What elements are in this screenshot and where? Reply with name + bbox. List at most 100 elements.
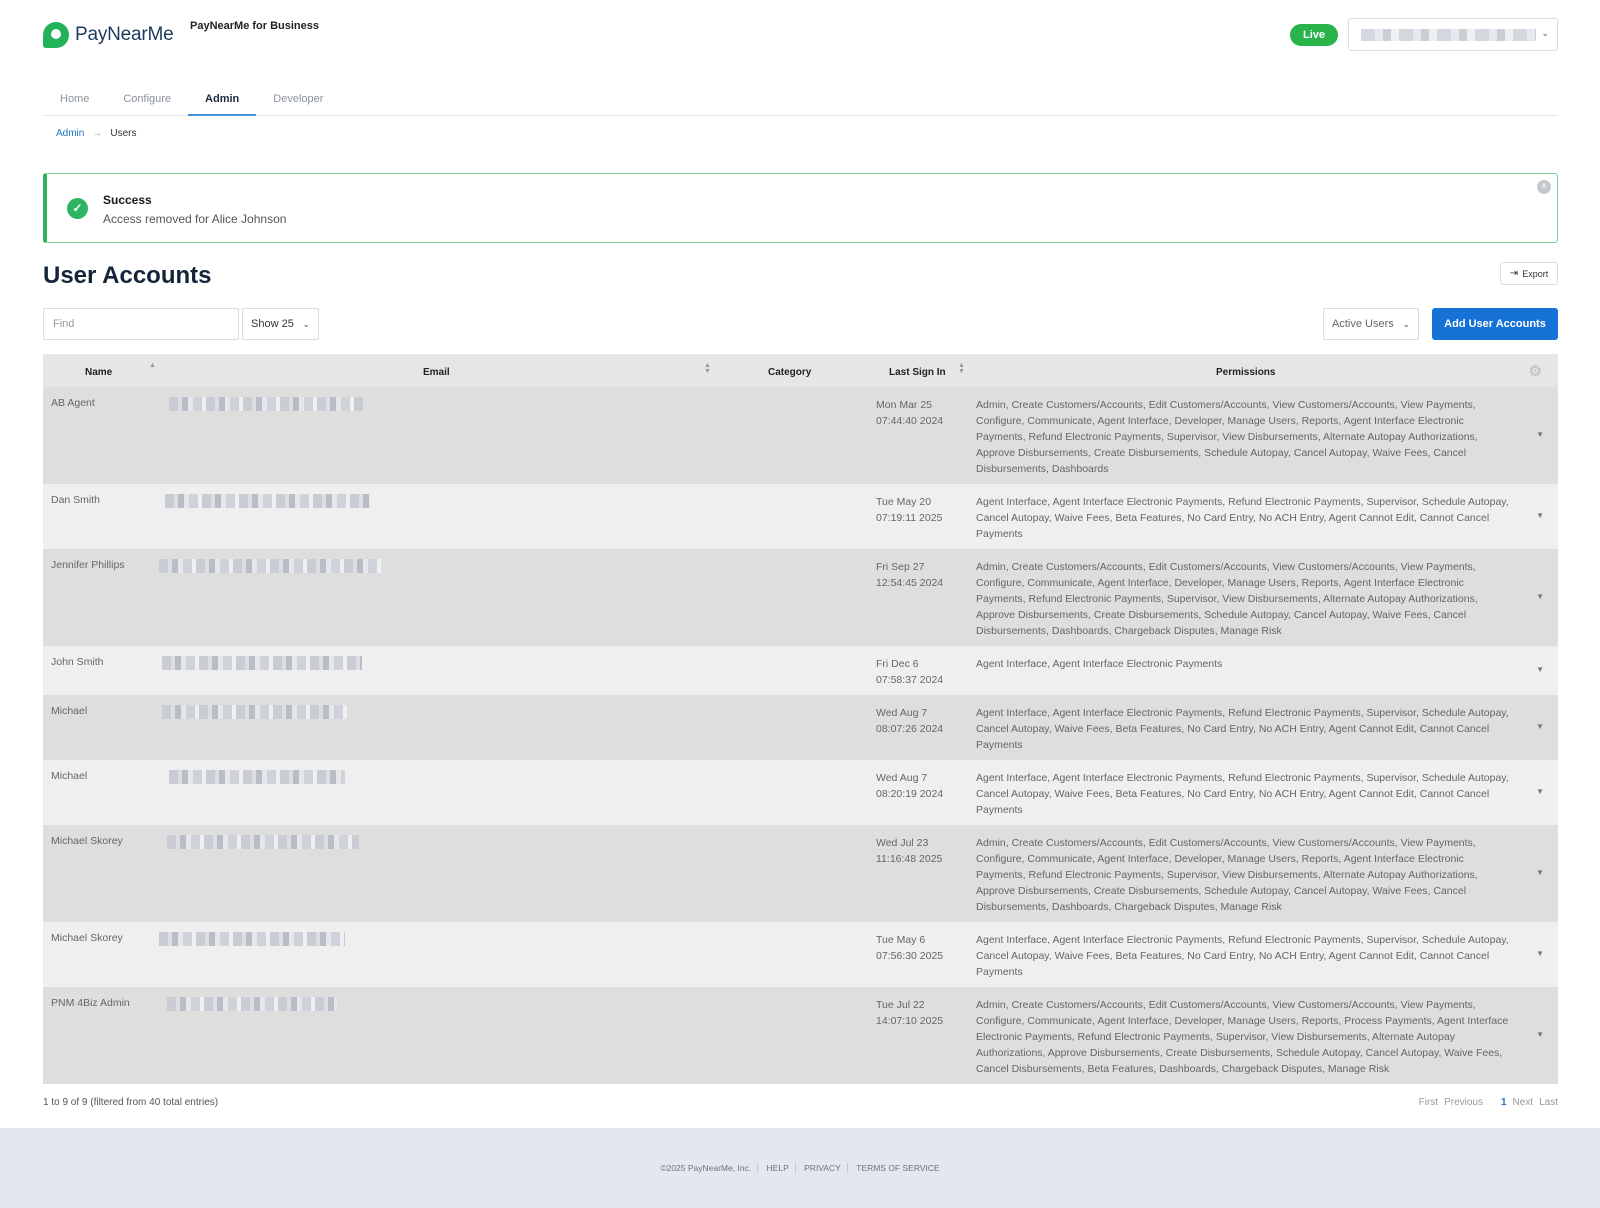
table-info: 1 to 9 of 9 (filtered from 40 total entr… xyxy=(43,1097,219,1108)
permissions: Agent Interface, Agent Interface Electro… xyxy=(976,934,1509,978)
add-user-accounts-button[interactable]: Add User Accounts xyxy=(1432,308,1558,340)
tab-home[interactable]: Home xyxy=(43,84,106,116)
account-name-redacted xyxy=(1361,29,1536,41)
pager-last[interactable]: Last xyxy=(1539,1097,1558,1108)
table-row[interactable]: Michael Wed Aug 7 08:07:26 2024 Agent Inter… xyxy=(43,695,1558,760)
footer-help-link[interactable]: HELP xyxy=(760,1163,796,1173)
footer-copyright: ©2025 PayNearMe, Inc. xyxy=(654,1163,759,1173)
export-label: Export xyxy=(1522,268,1549,279)
env-badge[interactable]: Live xyxy=(1290,24,1338,46)
user-name: Dan Smith xyxy=(51,494,101,506)
breadcrumb-separator: → xyxy=(92,128,103,139)
user-status-filter[interactable]: Active Users ⌄ xyxy=(1323,308,1419,340)
account-selector[interactable]: ⌄ xyxy=(1348,18,1558,51)
permissions: Admin, Create Customers/Accounts, Edit C… xyxy=(976,837,1478,913)
column-category: Category xyxy=(768,367,812,378)
table-row[interactable]: Michael Wed Aug 7 08:20:19 2024 Agent Inter… xyxy=(43,760,1558,825)
email-redacted xyxy=(162,656,362,670)
pager-first[interactable]: First xyxy=(1419,1097,1438,1108)
table-row[interactable]: Michael Skorey Tue May 6 07:56:30 2025 Agen… xyxy=(43,922,1558,987)
column-email[interactable]: Email xyxy=(423,367,450,378)
sort-asc-icon[interactable]: ▲ xyxy=(149,362,156,369)
logo-text: PayNearMe xyxy=(75,24,174,45)
last-sign-in: Wed Aug 7 08:07:26 2024 xyxy=(876,705,943,737)
table-row[interactable]: Dan Smith Tue May 20 07:19:11 2025 Agent In… xyxy=(43,484,1558,549)
expand-row-icon[interactable]: ▼ xyxy=(1536,592,1544,601)
column-permissions: Permissions xyxy=(1216,367,1276,378)
page-title: User Accounts xyxy=(43,262,212,289)
last-sign-in-date: Wed Aug 7 xyxy=(876,772,928,784)
email-redacted xyxy=(165,494,370,508)
gear-icon[interactable]: ⚙ xyxy=(1529,362,1542,380)
email-redacted xyxy=(167,835,359,849)
pager-current[interactable]: 1 xyxy=(1501,1097,1507,1108)
column-name[interactable]: Name xyxy=(85,367,112,378)
tab-admin[interactable]: Admin xyxy=(188,84,257,116)
nav-tabs: Home Configure Admin Developer xyxy=(43,84,1558,116)
table-body: AB Agent Mon Mar 25 07:44:40 2024 Admin, Cr… xyxy=(43,387,1558,1084)
email-redacted xyxy=(162,705,347,719)
last-sign-in: Fri Dec 6 07:58:37 2024 xyxy=(876,656,943,688)
permissions: Agent Interface, Agent Interface Electro… xyxy=(976,496,1509,540)
table-row[interactable]: John Smith Fri Dec 6 07:58:37 2024 Agent In… xyxy=(43,646,1558,695)
last-sign-in-date: Fri Dec 6 xyxy=(876,658,919,670)
alert-title: Success xyxy=(103,193,152,207)
expand-row-icon[interactable]: ▼ xyxy=(1536,722,1544,731)
table-row[interactable]: Michael Skorey Wed Jul 23 11:16:48 2025 Adm… xyxy=(43,825,1558,922)
tab-configure[interactable]: Configure xyxy=(106,84,188,116)
tab-developer[interactable]: Developer xyxy=(256,84,340,116)
sort-icon[interactable]: ▲ ▼ xyxy=(704,362,711,375)
permissions: Agent Interface, Agent Interface Electro… xyxy=(976,658,1223,670)
last-sign-in: Wed Jul 23 11:16:48 2025 xyxy=(876,835,942,867)
table-row[interactable]: AB Agent Mon Mar 25 07:44:40 2024 Admin, Cr… xyxy=(43,387,1558,484)
column-last-sign-in[interactable]: Last Sign In xyxy=(889,367,946,378)
last-sign-in: Tue Jul 22 14:07:10 2025 xyxy=(876,997,943,1029)
pager-next[interactable]: Next xyxy=(1513,1097,1534,1108)
breadcrumb-admin-link[interactable]: Admin xyxy=(56,128,84,139)
expand-row-icon[interactable]: ▼ xyxy=(1536,430,1544,439)
user-name: Jennifer Phillips xyxy=(51,559,125,571)
page: PayNearMe PayNearMe for Business Live ⌄ … xyxy=(0,0,1600,1128)
permissions: Agent Interface, Agent Interface Electro… xyxy=(976,707,1509,751)
table-row[interactable]: PNM 4Biz Admin Tue Jul 22 14:07:10 2025 Adm… xyxy=(43,987,1558,1084)
expand-row-icon[interactable]: ▼ xyxy=(1536,868,1544,877)
permissions: Admin, Create Customers/Accounts, Edit C… xyxy=(976,561,1478,637)
last-sign-in-time: 07:58:37 2024 xyxy=(876,674,944,686)
user-name: Michael xyxy=(51,705,88,717)
permissions: Admin, Create Customers/Accounts, Edit C… xyxy=(976,399,1478,475)
permissions: Agent Interface, Agent Interface Electro… xyxy=(976,772,1509,816)
email-redacted xyxy=(167,997,337,1011)
last-sign-in: Tue May 20 07:19:11 2025 xyxy=(876,494,942,526)
user-status-value: Active Users xyxy=(1332,318,1394,330)
last-sign-in: Fri Sep 27 12:54:45 2024 xyxy=(876,559,943,591)
footer: ©2025 PayNearMe, Inc. HELP PRIVACY TERMS… xyxy=(0,1163,1600,1173)
last-sign-in-time: 07:44:40 2024 xyxy=(876,415,944,427)
user-name: Michael Skorey xyxy=(51,932,123,944)
last-sign-in-time: 12:54:45 2024 xyxy=(876,577,944,589)
expand-row-icon[interactable]: ▼ xyxy=(1536,1030,1544,1039)
find-input[interactable] xyxy=(43,308,239,340)
close-circle-icon[interactable]: × xyxy=(1537,180,1551,194)
last-sign-in-date: Fri Sep 27 xyxy=(876,561,925,573)
check-circle-icon: ✓ xyxy=(67,198,88,219)
paynearme-logo[interactable]: PayNearMe xyxy=(43,22,174,48)
last-sign-in-date: Wed Jul 23 xyxy=(876,837,929,849)
pager-previous[interactable]: Previous xyxy=(1444,1097,1483,1108)
export-icon: ⇥ xyxy=(1509,268,1519,279)
last-sign-in-time: 08:20:19 2024 xyxy=(876,788,944,800)
expand-row-icon[interactable]: ▼ xyxy=(1536,787,1544,796)
expand-row-icon[interactable]: ▼ xyxy=(1536,949,1544,958)
expand-row-icon[interactable]: ▼ xyxy=(1536,511,1544,520)
footer-privacy-link[interactable]: PRIVACY xyxy=(798,1163,848,1173)
footer-terms-link[interactable]: TERMS OF SERVICE xyxy=(850,1163,945,1173)
export-button[interactable]: ⇥ Export xyxy=(1500,262,1558,285)
table-row[interactable]: Jennifer Phillips Fri Sep 27 12:54:45 2024… xyxy=(43,549,1558,646)
chevron-down-icon: ⌄ xyxy=(302,319,310,329)
last-sign-in-time: 07:19:11 2025 xyxy=(876,512,943,524)
page-size-select[interactable]: Show 25 ⌄ xyxy=(242,308,319,340)
success-alert: ✓ Success Access removed for Alice Johns… xyxy=(43,173,1558,243)
expand-row-icon[interactable]: ▼ xyxy=(1536,665,1544,674)
sort-icon[interactable]: ▲ ▼ xyxy=(958,362,965,375)
user-name: Michael Skorey xyxy=(51,835,123,847)
email-redacted xyxy=(169,770,345,784)
